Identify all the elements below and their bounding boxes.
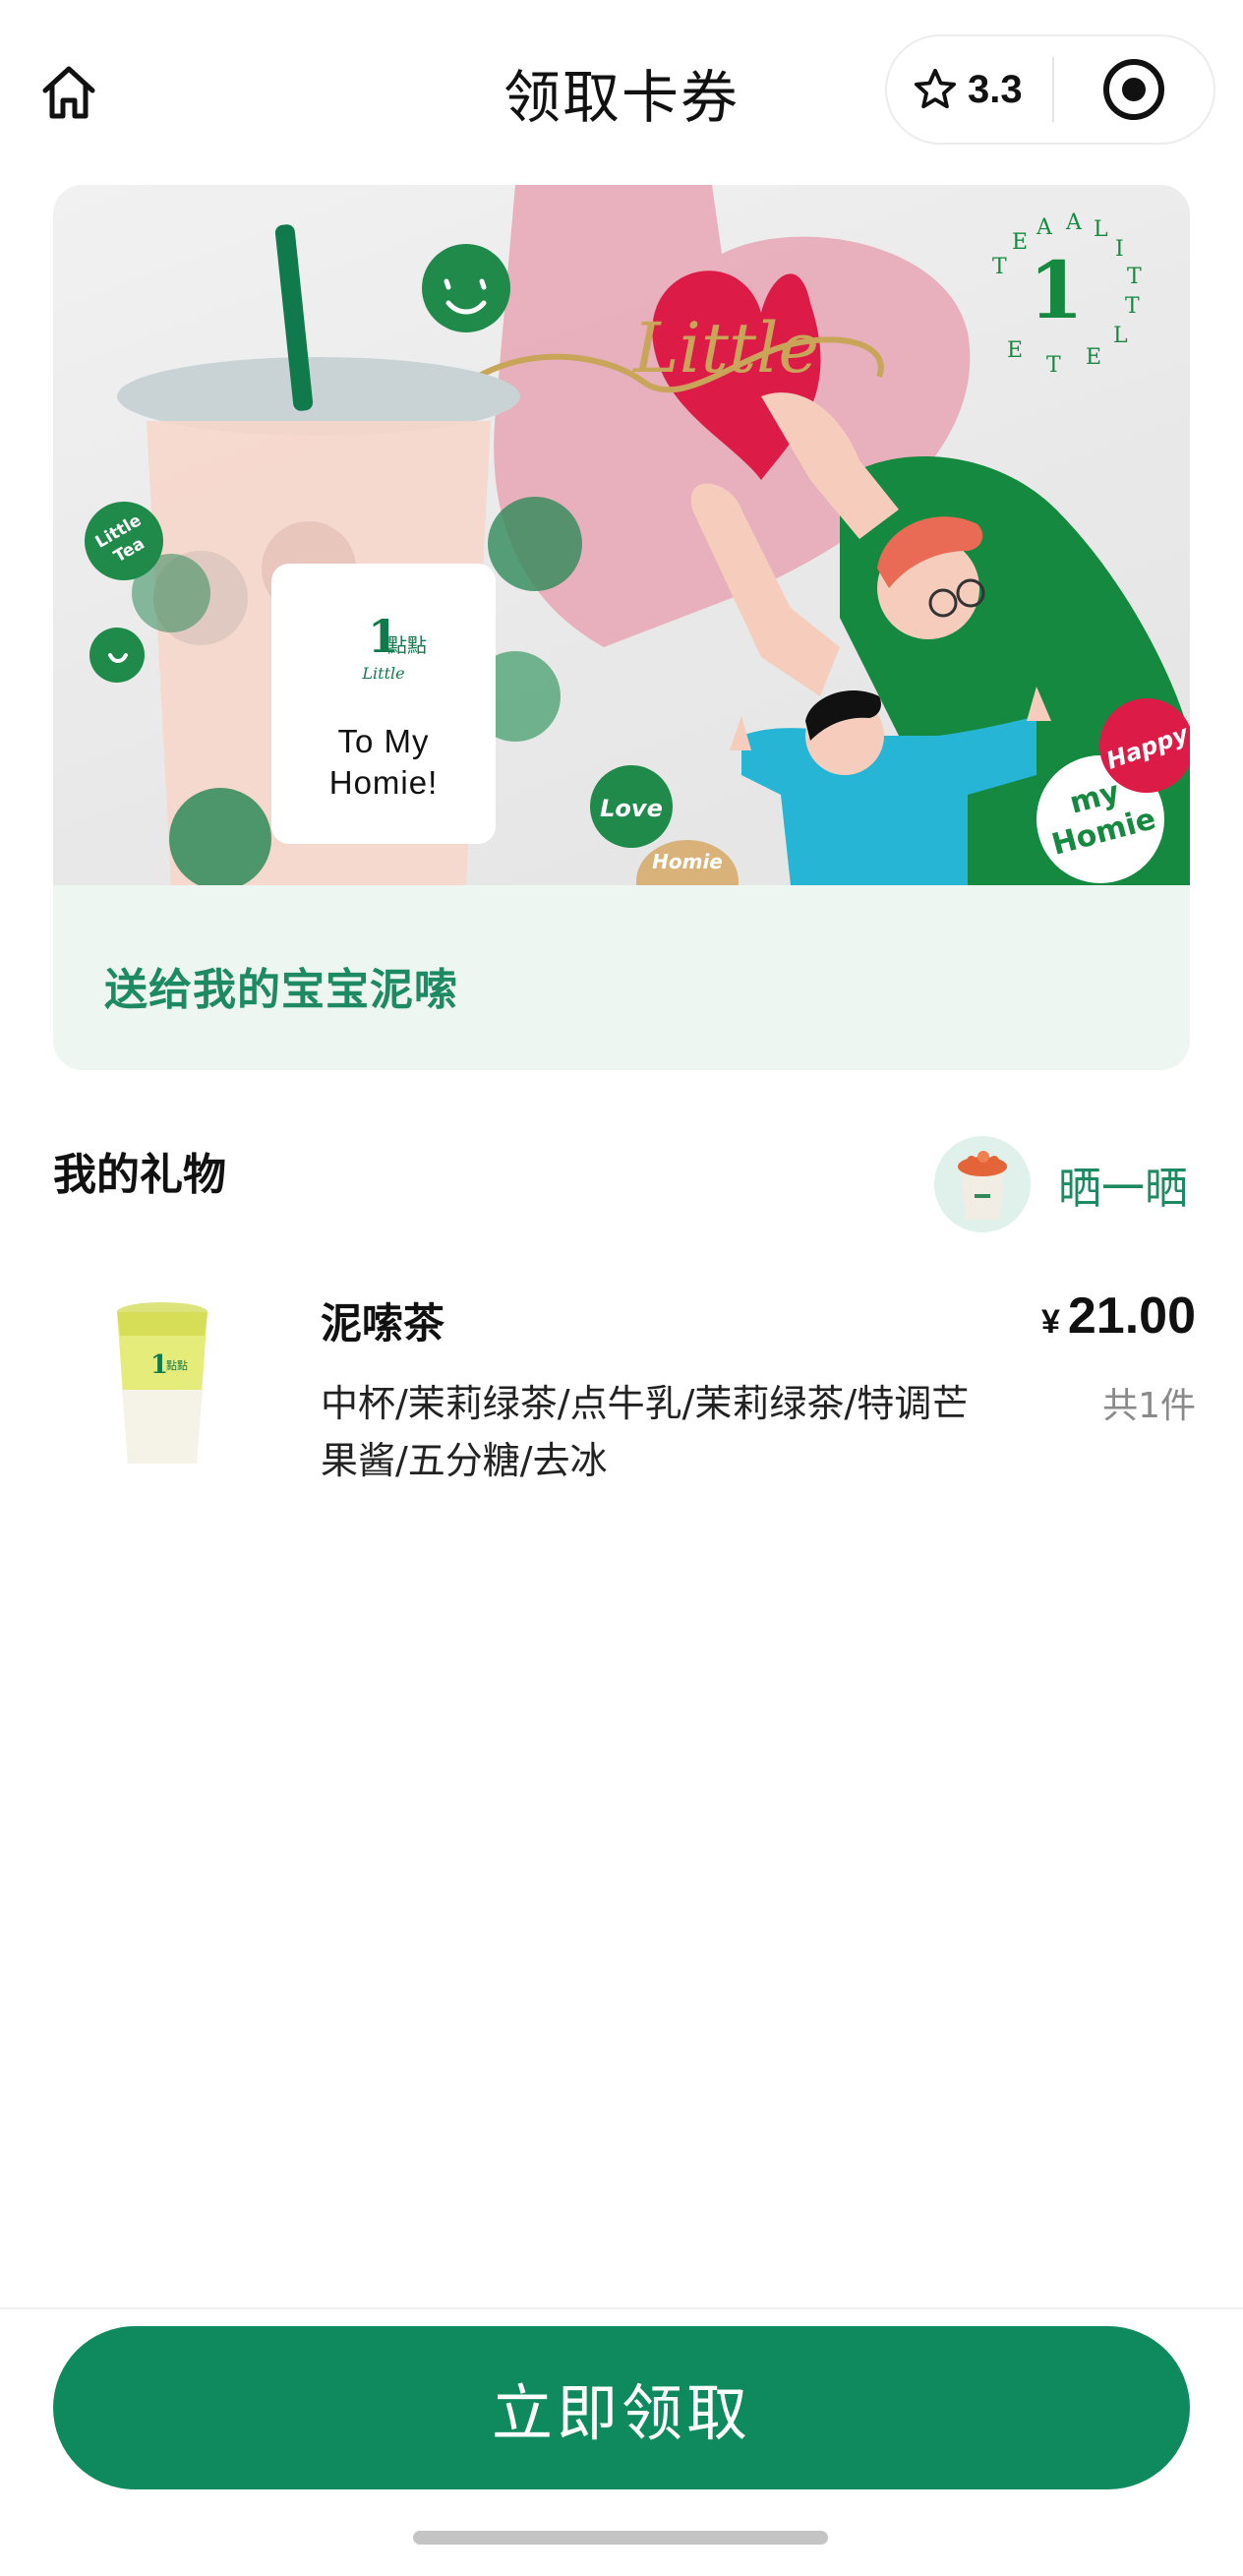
svg-text:L: L	[1113, 324, 1128, 348]
svg-text:T: T	[1127, 265, 1142, 289]
svg-text:Homie: Homie	[652, 850, 723, 873]
target-icon	[1103, 59, 1164, 120]
milk-tea-cup-icon: 1 點點	[117, 1302, 207, 1464]
claim-now-button[interactable]: 立即领取	[53, 2326, 1190, 2489]
svg-text:T: T	[1125, 294, 1140, 319]
drink-thumbnail-icon	[958, 1151, 1007, 1220]
price-amount: 21.00	[1067, 1288, 1196, 1345]
svg-text:E: E	[1007, 338, 1023, 363]
product-quantity: 共1件	[1102, 1386, 1196, 1426]
card-badge-text: To My Homie!	[271, 721, 496, 804]
svg-text:Little: Little	[631, 308, 819, 389]
share-avatar	[934, 1136, 1031, 1232]
svg-text:I: I	[1115, 237, 1124, 262]
product-image: 1 點點	[98, 1296, 226, 1473]
svg-text:A: A	[1036, 215, 1053, 240]
top-nav-bar: 领取卡券 3.3	[0, 0, 1243, 182]
share-button[interactable]: 晒一晒	[934, 1133, 1188, 1235]
svg-text:A: A	[1065, 210, 1083, 235]
gift-card-illustration: Little 1 點點 Little Little Tea Love Homie…	[53, 185, 1190, 885]
svg-text:E: E	[1086, 345, 1101, 370]
rating-button[interactable]: 3.3	[887, 36, 1052, 143]
card-badge-line1: To My	[337, 723, 430, 759]
section-title-my-gift: 我的礼物	[53, 1150, 226, 1200]
gift-message: 送给我的宝宝泥嗦	[104, 965, 458, 1015]
svg-text:點點: 點點	[166, 1359, 188, 1372]
svg-text:L: L	[1094, 217, 1108, 242]
rating-value: 3.3	[968, 67, 1023, 111]
price-currency: ¥	[1040, 1303, 1060, 1341]
svg-text:點點: 點點	[387, 633, 427, 657]
close-mini-program-button[interactable]	[1054, 36, 1213, 143]
product-name: 泥嗦茶	[321, 1299, 445, 1348]
product-spec: 中杯/茉莉绿茶/点牛乳/茉莉绿茶/特调芒果酱/五分糖/去冰	[321, 1382, 970, 1482]
svg-text:T: T	[992, 255, 1007, 279]
svg-text:Little: Little	[361, 664, 404, 683]
gift-card: Little 1 點點 Little Little Tea Love Homie…	[53, 185, 1190, 1070]
svg-text:1: 1	[1029, 244, 1084, 336]
svg-text:T: T	[1046, 353, 1061, 378]
share-label: 晒一晒	[1058, 1164, 1188, 1214]
product-price: ¥ 21.00	[1041, 1287, 1196, 1346]
star-icon	[914, 68, 957, 109]
svg-text:E: E	[1012, 230, 1028, 255]
svg-text:Love: Love	[600, 795, 663, 822]
card-badge-line2: Homie!	[328, 764, 439, 801]
home-indicator	[413, 2531, 828, 2545]
mini-program-capsule: 3.3	[885, 34, 1215, 145]
card-illustration-svg: Little 1 點點 Little Little Tea Love Homie…	[85, 185, 1190, 885]
